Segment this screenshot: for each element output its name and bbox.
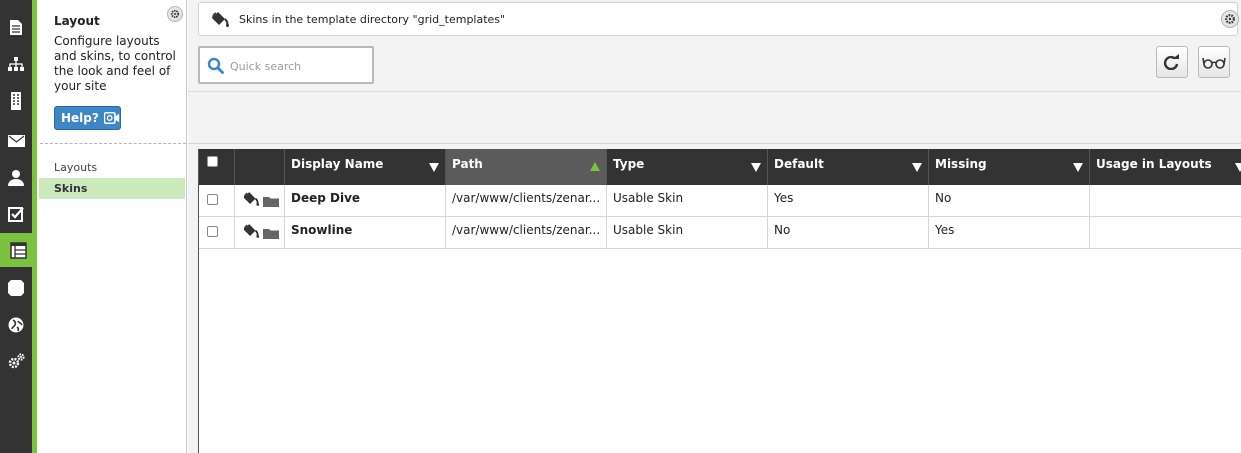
checkbox-icon: [8, 207, 24, 222]
header-default[interactable]: Default: [768, 149, 929, 185]
breadcrumb: Skins in the template directory "grid_te…: [198, 2, 1239, 36]
folder-icon: [263, 197, 279, 207]
puzzle-icon: [8, 280, 24, 296]
layout-icon: [10, 241, 27, 259]
cell-usage: [1090, 217, 1241, 249]
select-all-checkbox[interactable]: [207, 156, 218, 167]
header-type-label: Type: [613, 157, 645, 171]
rail-users[interactable]: [0, 160, 32, 194]
search-input[interactable]: [230, 57, 368, 75]
rail-modules[interactable]: [0, 271, 32, 305]
rail-configuration[interactable]: [0, 344, 32, 378]
quick-search: [198, 46, 374, 84]
cell-usage: [1090, 185, 1241, 217]
row-checkbox[interactable]: [207, 226, 218, 237]
row-select-cell: [199, 185, 235, 217]
cell-display-name: Deep Dive: [285, 185, 446, 217]
cell-default: Yes: [768, 185, 929, 217]
header-usage-in-layouts[interactable]: Usage in Layouts: [1090, 149, 1241, 185]
main-content: Skins in the template directory "grid_te…: [188, 0, 1241, 453]
table-row[interactable]: Deep Dive /var/www/clients/zenar... Usab…: [199, 185, 1241, 217]
header-display-name-label: Display Name: [291, 157, 384, 171]
help-button[interactable]: Help?: [54, 106, 121, 130]
sort-asc-icon: [590, 162, 600, 171]
sort-arrow-icon: [751, 163, 761, 172]
cell-missing: Yes: [929, 217, 1090, 249]
cell-type: Usable Skin: [607, 185, 768, 217]
table-row[interactable]: Snowline /var/www/clients/zenar... Usabl…: [199, 217, 1241, 249]
breadcrumb-text: Skins in the template directory "grid_te…: [239, 13, 506, 26]
rail-organizer[interactable]: [0, 84, 32, 118]
header-default-label: Default: [774, 157, 824, 171]
header-path-label: Path: [452, 157, 483, 171]
refresh-button[interactable]: [1156, 46, 1188, 78]
header-missing[interactable]: Missing: [929, 149, 1090, 185]
envelope-icon: [7, 135, 25, 147]
app-sidebar-rail: [0, 0, 37, 453]
paint-bucket-icon: [243, 224, 260, 238]
skins-table: Display Name Path Type Default Missing U…: [198, 149, 1241, 453]
header-display-name[interactable]: Display Name: [285, 149, 446, 185]
panel-title: Layout: [54, 14, 100, 28]
table-header: Display Name Path Type Default Missing U…: [199, 149, 1241, 185]
header-missing-label: Missing: [935, 157, 987, 171]
rail-languages[interactable]: [0, 308, 32, 342]
row-select-cell: [199, 217, 235, 249]
building-icon: [11, 92, 21, 110]
video-camera-icon: [103, 112, 120, 124]
sort-arrow-icon: [1073, 163, 1083, 172]
cell-path: /var/www/clients/zenar...: [446, 185, 607, 217]
gear-icon: [1225, 14, 1235, 24]
toolbar-separator: [188, 91, 1241, 92]
view-options-button[interactable]: [1198, 46, 1230, 78]
panel-description: Configure layouts and skins, to control …: [54, 34, 176, 93]
sort-arrow-icon: [1235, 163, 1241, 172]
content-separator: [188, 143, 1241, 144]
cell-type: Usable Skin: [607, 217, 768, 249]
breadcrumb-settings-button[interactable]: [1221, 10, 1239, 28]
search-icon: [207, 57, 224, 74]
sitemap-icon: [8, 57, 24, 71]
panel-settings-button[interactable]: [167, 6, 183, 22]
rail-pages[interactable]: [0, 10, 32, 44]
rail-tasks[interactable]: [0, 197, 32, 231]
sort-arrow-icon: [912, 163, 922, 172]
help-button-label: Help?: [61, 111, 99, 125]
header-icons: [235, 149, 285, 185]
gears-icon: [8, 353, 25, 369]
rail-sitemap[interactable]: [0, 47, 32, 81]
nav-item-skins[interactable]: Skins: [39, 178, 185, 199]
globe-icon: [8, 317, 24, 333]
folder-icon: [263, 229, 279, 239]
row-checkbox[interactable]: [207, 194, 218, 205]
user-icon: [8, 169, 24, 186]
row-icons-cell: [235, 185, 285, 217]
document-icon: [10, 19, 22, 35]
sort-arrow-icon: [429, 163, 439, 172]
cell-default: No: [768, 217, 929, 249]
rail-email[interactable]: [0, 124, 32, 158]
refresh-icon: [1163, 54, 1179, 70]
cell-display-name: Snowline: [285, 217, 446, 249]
paint-bucket-icon: [243, 192, 260, 206]
header-usage-label: Usage in Layouts: [1096, 157, 1212, 171]
cell-path: /var/www/clients/zenar...: [446, 217, 607, 249]
paint-bucket-icon: [212, 12, 229, 27]
gear-icon: [170, 9, 180, 19]
cell-missing: No: [929, 185, 1090, 217]
row-icons-cell: [235, 217, 285, 249]
glasses-icon: [1202, 57, 1226, 69]
info-panel: Layout Configure layouts and skins, to c…: [37, 0, 187, 453]
nav-item-layouts[interactable]: Layouts: [37, 157, 185, 178]
header-select-all: [199, 149, 235, 185]
panel-divider: [40, 143, 186, 144]
header-type[interactable]: Type: [607, 149, 768, 185]
header-path[interactable]: Path: [446, 149, 607, 185]
